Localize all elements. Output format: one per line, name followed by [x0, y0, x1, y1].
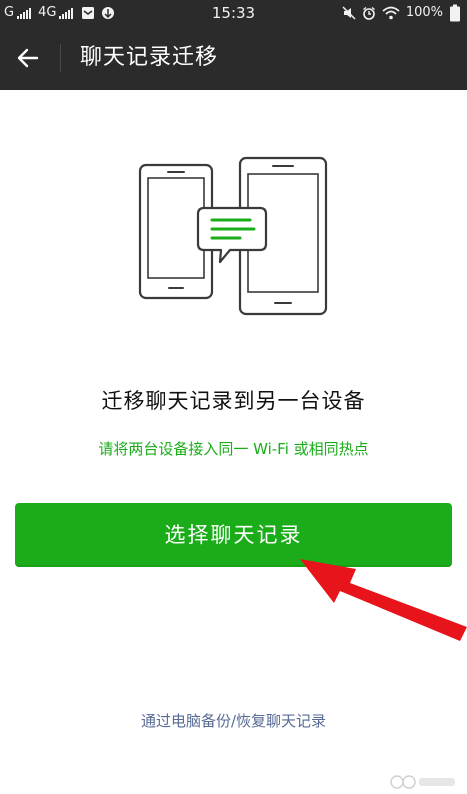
battery-icon — [450, 4, 460, 22]
alarm-icon — [362, 6, 375, 20]
watermark-logo — [390, 775, 455, 789]
migration-heading: 迁移聊天记录到另一台设备 — [101, 389, 366, 413]
wifi-icon — [382, 6, 400, 20]
mute-icon — [342, 6, 356, 20]
nav-bar: 聊天记录迁移 — [0, 26, 467, 90]
select-chat-history-button[interactable]: 选择聊天记录 — [15, 503, 452, 567]
device-transfer-illustration — [138, 156, 328, 316]
pc-backup-restore-link[interactable]: 通过电脑备份/恢复聊天记录 — [0, 710, 467, 731]
back-arrow-icon — [17, 48, 39, 68]
page-title: 聊天记录迁移 — [80, 45, 219, 70]
status-bar: G 4G 15:33 100% — [0, 0, 467, 26]
battery-percent: 100% — [405, 5, 443, 20]
status-right: 100% — [342, 3, 461, 23]
nav-divider — [60, 44, 61, 72]
screen: G 4G 15:33 100% 聊天记录迁移 迁移聊天记录到另一台设备 请将两台… — [0, 0, 467, 794]
wifi-hint: 请将两台设备接入同一 Wi-Fi 或相同热点 — [98, 440, 369, 458]
back-button[interactable] — [8, 38, 48, 78]
